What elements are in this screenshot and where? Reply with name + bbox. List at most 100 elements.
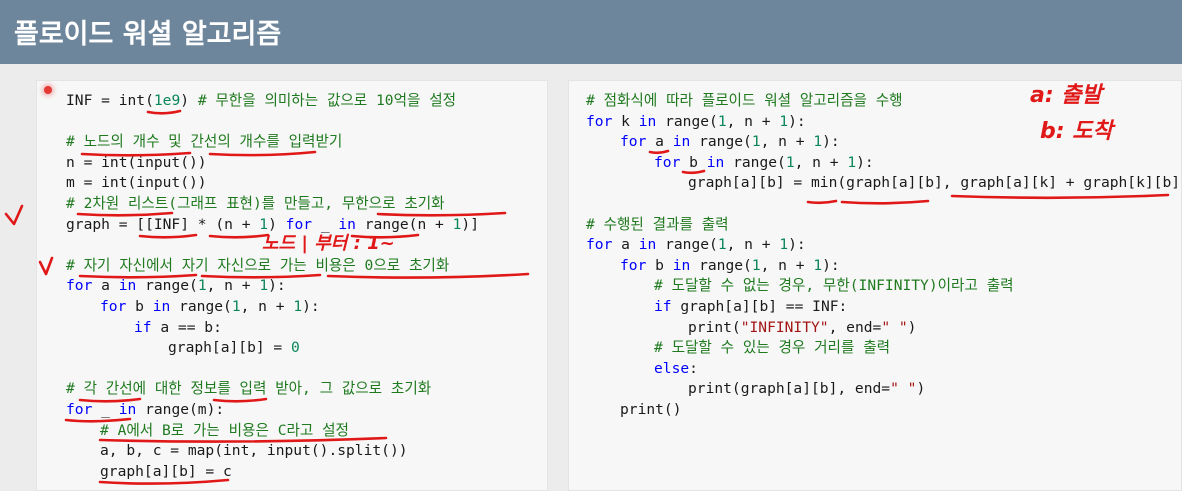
code-token: # 노드의 개수 및 간선의 개수를 입력받기 bbox=[66, 133, 343, 151]
code-token: in bbox=[638, 112, 657, 130]
code-token: 1 bbox=[717, 112, 727, 130]
cursor-pointer-dot bbox=[44, 86, 52, 94]
code-token: , n + bbox=[760, 256, 814, 274]
code-line: for a in range(1, n + 1): bbox=[586, 235, 806, 255]
code-line: # 점화식에 따라 플로이드 워셜 알고리즘을 수행 bbox=[586, 91, 903, 111]
code-line: INF = int(1e9) # 무한을 의미하는 값으로 10억을 설정 bbox=[66, 91, 456, 111]
code-token: 1 bbox=[779, 112, 789, 130]
code-token: in bbox=[118, 401, 137, 418]
code-token: # 도달할 수 있는 경우 거리를 출력 bbox=[654, 339, 891, 357]
code-token: ) bbox=[916, 380, 926, 398]
code-token: b bbox=[646, 256, 673, 274]
code-token: print(graph[a][b], end= bbox=[688, 380, 891, 398]
code-token: # 각 간선에 대한 정보를 입력 받아, 그 값으로 초기화 bbox=[66, 380, 432, 398]
code-token: ): bbox=[788, 112, 806, 130]
code-token: range( bbox=[170, 298, 232, 315]
code-line: for b in range(1, n + 1): bbox=[100, 297, 320, 317]
code-token: INF = int( bbox=[66, 92, 154, 109]
code-token: in bbox=[672, 256, 691, 274]
code-line: # 도달할 수 있는 경우 거리를 출력 bbox=[654, 338, 890, 358]
code-line: print(graph[a][b], end=" ") bbox=[688, 379, 925, 399]
code-line: # 수행된 결과를 출력 bbox=[586, 215, 729, 235]
code-token: for bbox=[285, 215, 313, 233]
code-token: 1 bbox=[259, 215, 269, 233]
code-token: ): bbox=[822, 256, 840, 274]
code-token: range( bbox=[690, 133, 752, 151]
code-token: 0 bbox=[291, 339, 300, 357]
slide-header: 플로이드 워셜 알고리즘 bbox=[0, 0, 1182, 64]
code-token: ): bbox=[856, 153, 874, 171]
code-token: in bbox=[338, 215, 356, 233]
code-line: for b in range(1, n + 1): bbox=[654, 153, 874, 173]
code-token: ): bbox=[302, 298, 320, 315]
code-token: graph[a][b] = bbox=[168, 339, 292, 357]
code-token: , n + bbox=[206, 277, 260, 295]
code-token: ) bbox=[907, 318, 917, 336]
code-line: if a == b: bbox=[134, 318, 222, 338]
code-line: if graph[a][b] == INF: bbox=[654, 297, 847, 317]
code-token: a, b, c = map(int, input().split()) bbox=[100, 442, 408, 460]
code-token: : bbox=[689, 359, 698, 377]
code-token: for bbox=[620, 256, 647, 274]
code-token: b bbox=[680, 153, 707, 171]
code-token: 1 bbox=[785, 153, 795, 171]
code-line: for _ in range(m): bbox=[66, 400, 224, 420]
code-token: else bbox=[654, 359, 690, 377]
code-line: # 자기 자신에서 자기 자신으로 가는 비용은 0으로 초기화 bbox=[66, 256, 449, 276]
code-token: # A에서 B로 가는 비용은 C라고 설정 bbox=[100, 421, 349, 439]
code-token: " " bbox=[881, 318, 908, 336]
code-line: n = int(input()) bbox=[66, 153, 207, 173]
code-token: , n + bbox=[240, 298, 294, 315]
code-token: 1e9 bbox=[153, 92, 181, 109]
code-token: range( bbox=[690, 256, 752, 274]
code-token: 1 bbox=[779, 236, 789, 254]
code-token: # 수행된 결과를 출력 bbox=[586, 215, 729, 233]
code-token: graph[a][b] = c bbox=[100, 462, 232, 480]
code-token: a bbox=[612, 236, 639, 254]
code-token: ) bbox=[268, 215, 286, 233]
code-token: _ bbox=[92, 401, 119, 418]
code-line: for b in range(1, n + 1): bbox=[620, 256, 840, 276]
code-token: range( bbox=[724, 153, 786, 171]
code-line: graph[a][b] = 0 bbox=[168, 338, 300, 358]
code-token: 1 bbox=[293, 298, 303, 315]
code-token: graph = [[INF] * (n + bbox=[66, 215, 260, 233]
code-token: in bbox=[118, 277, 137, 295]
code-token: , n + bbox=[726, 112, 780, 130]
code-line: else: bbox=[654, 359, 698, 379]
code-token: 1 bbox=[717, 236, 727, 254]
page-title: 플로이드 워셜 알고리즘 bbox=[14, 19, 282, 50]
code-token: a bbox=[92, 277, 119, 295]
code-token: for bbox=[66, 277, 93, 295]
code-token: for bbox=[586, 236, 613, 254]
code-token: range( bbox=[656, 236, 718, 254]
code-line: m = int(input()) bbox=[66, 173, 207, 193]
code-line: # 각 간선에 대한 정보를 입력 받아, 그 값으로 초기화 bbox=[66, 379, 431, 399]
code-token: for bbox=[66, 401, 93, 418]
code-token: range( bbox=[656, 112, 718, 130]
code-line: graph[a][b] = min(graph[a][b], graph[a][… bbox=[688, 173, 1182, 193]
code-token: , n + bbox=[794, 153, 848, 171]
code-token: _ bbox=[312, 215, 339, 233]
code-token: m = int(input()) bbox=[66, 174, 207, 192]
code-line: for k in range(1, n + 1): bbox=[586, 112, 806, 132]
code-line: for a in range(1, n + 1): bbox=[66, 276, 286, 296]
code-token: k bbox=[612, 112, 639, 130]
code-token: 1 bbox=[259, 277, 269, 295]
code-token: for bbox=[586, 112, 613, 130]
code-token: a bbox=[646, 133, 673, 151]
code-token: for bbox=[654, 153, 681, 171]
code-token: , end= bbox=[828, 318, 882, 336]
code-token: 1 bbox=[813, 133, 823, 151]
code-token: ): bbox=[788, 236, 806, 254]
code-token: in bbox=[706, 153, 725, 171]
code-token: in bbox=[152, 298, 171, 315]
code-line: # 도달할 수 없는 경우, 무한(INFINITY)이라고 출력 bbox=[654, 276, 1014, 296]
code-line: a, b, c = map(int, input().split()) bbox=[100, 441, 408, 461]
code-token: # 점화식에 따라 플로이드 워셜 알고리즘을 수행 bbox=[586, 92, 903, 109]
code-token: print() bbox=[620, 401, 682, 418]
code-token: # 자기 자신에서 자기 자신으로 가는 비용은 0으로 초기화 bbox=[66, 256, 450, 274]
code-token: , n + bbox=[760, 133, 814, 151]
code-token: )] bbox=[461, 215, 479, 233]
code-token: for bbox=[100, 298, 127, 315]
